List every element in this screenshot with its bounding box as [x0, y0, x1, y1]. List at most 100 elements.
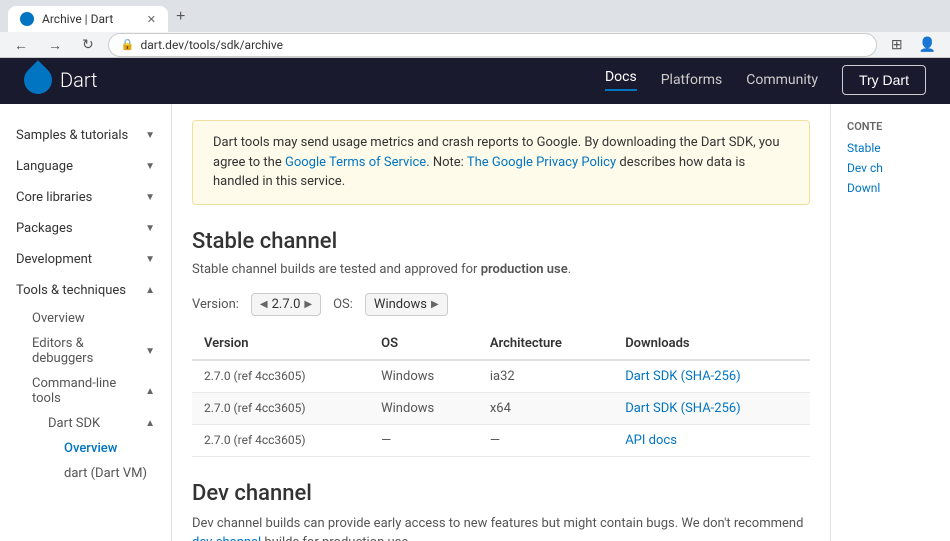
sidebar-item-language[interactable]: Language ▼ [0, 151, 171, 182]
cell-version: 2.7.0 (ref 4cc3605) [192, 392, 369, 424]
col-os: OS [369, 328, 478, 360]
sidebar-sub-dart-sdk[interactable]: Dart SDK ▲ [32, 411, 171, 436]
sidebar-dart-sdk-section: Dart SDK ▲ Overview dart (Dart VM) [16, 411, 171, 486]
os-value: Windows [374, 297, 427, 312]
table-row: 2.7.0 (ref 4cc3605) Windows x64 Dart SDK… [192, 392, 810, 424]
cell-download: API docs [613, 424, 810, 456]
version-label: Version: [192, 297, 239, 312]
sidebar-label-development: Development [16, 252, 92, 267]
app-header: Dart Docs Platforms Community Try Dart [0, 56, 950, 104]
chevron-down-icon: ▼ [145, 161, 155, 172]
table-row: 2.7.0 (ref 4cc3605) — — API docs [192, 424, 810, 456]
cell-download: Dart SDK (SHA-256) [613, 360, 810, 393]
privacy-link[interactable]: The Google Privacy Policy [467, 155, 616, 170]
cell-version: 2.7.0 (ref 4cc3605) [192, 360, 369, 393]
toc-stable-link[interactable]: Stable [847, 141, 934, 155]
toc-downloads-link[interactable]: Downl [847, 181, 934, 195]
cell-os: Windows [369, 392, 478, 424]
new-tab-button[interactable]: + [168, 4, 193, 30]
sidebar-sdk-children: Overview dart (Dart VM) [32, 436, 171, 486]
left-sidebar: Samples & tutorials ▼ Language ▼ Core li… [0, 104, 172, 541]
warning-banner: Dart tools may send usage metrics and cr… [192, 120, 810, 205]
dart-logo[interactable]: Dart [24, 66, 98, 94]
profile-button[interactable]: 👤 [913, 32, 942, 57]
chevron-down-icon: ▼ [145, 223, 155, 234]
sidebar-label-samples: Samples & tutorials [16, 128, 128, 143]
right-sidebar-title: Conte [847, 120, 934, 133]
dev-channel-link[interactable]: dev channel [192, 535, 261, 541]
cell-arch: ia32 [478, 360, 613, 393]
dart-logo-text: Dart [60, 68, 98, 92]
tos-link[interactable]: Google Terms of Service [285, 155, 426, 170]
table-row: 2.7.0 (ref 4cc3605) Windows ia32 Dart SD… [192, 360, 810, 393]
nav-platforms[interactable]: Platforms [661, 72, 723, 88]
extensions-button[interactable]: ⊞ [885, 32, 909, 57]
address-text: dart.dev/tools/sdk/archive [140, 38, 283, 52]
dev-desc-after: builds for production use. [261, 535, 412, 541]
sidebar-label-tools: Tools & techniques [16, 283, 126, 298]
cell-arch: — [478, 424, 613, 456]
sidebar-label-cmdline: Command-line tools [32, 376, 145, 406]
browser-chrome: Archive | Dart ✕ + ← → ↻ 🔒 dart.dev/tool… [0, 0, 950, 56]
sidebar-sub-cmdline[interactable]: Command-line tools ▲ [16, 371, 171, 411]
main-content: Dart tools may send usage metrics and cr… [172, 104, 830, 541]
cell-version: 2.7.0 (ref 4cc3605) [192, 424, 369, 456]
forward-button[interactable]: → [42, 33, 68, 57]
sidebar-sub-tools: Overview Editors & debuggers ▼ Command-l… [0, 306, 171, 486]
stable-channel-desc: Stable channel builds are tested and app… [192, 262, 810, 277]
stable-desc-text: Stable channel builds are tested and app… [192, 262, 481, 277]
browser-actions: ⊞ 👤 [885, 32, 942, 57]
download-link[interactable]: Dart SDK (SHA-256) [625, 401, 741, 416]
tab-title: Archive | Dart [42, 12, 113, 26]
dev-channel-desc: Dev channel builds can provide early acc… [192, 514, 810, 541]
chevron-up-icon: ▲ [145, 386, 155, 397]
toc-dev-link[interactable]: Dev ch [847, 161, 934, 175]
sidebar-label-editors: Editors & debuggers [32, 336, 145, 366]
chevron-up-icon: ▲ [145, 285, 155, 296]
nav-community[interactable]: Community [746, 72, 818, 88]
stable-desc-bold: production use [481, 262, 568, 277]
sidebar-item-tools[interactable]: Tools & techniques ▲ [0, 275, 171, 306]
col-arch: Architecture [478, 328, 613, 360]
sidebar-sub-dart-vm[interactable]: dart (Dart VM) [48, 461, 171, 486]
selector-row: Version: ◀ 2.7.0 ▶ OS: Windows ▶ [192, 293, 810, 316]
cell-os: — [369, 424, 478, 456]
address-bar[interactable]: 🔒 dart.dev/tools/sdk/archive [108, 33, 877, 57]
back-button[interactable]: ← [8, 33, 34, 57]
sidebar-item-samples[interactable]: Samples & tutorials ▼ [0, 120, 171, 151]
left-arrow-icon: ◀ [260, 299, 268, 310]
sidebar-sub-editors[interactable]: Editors & debuggers ▼ [16, 331, 171, 371]
refresh-button[interactable]: ↻ [76, 32, 100, 57]
table-header-row: Version OS Architecture Downloads [192, 328, 810, 360]
stable-channel-title: Stable channel [192, 229, 810, 254]
sidebar-item-packages[interactable]: Packages ▼ [0, 213, 171, 244]
col-version: Version [192, 328, 369, 360]
nav-docs[interactable]: Docs [605, 69, 637, 91]
warning-note: Note: [430, 155, 467, 170]
chevron-down-icon: ▼ [145, 130, 155, 141]
dart-icon [18, 60, 58, 100]
version-value: 2.7.0 [272, 297, 301, 312]
os-label: OS: [333, 297, 353, 312]
os-selector[interactable]: Windows ▶ [365, 293, 448, 316]
chevron-up-icon: ▲ [145, 418, 155, 429]
sidebar-sub-sdk-overview[interactable]: Overview [48, 436, 171, 461]
lock-icon: 🔒 [121, 38, 135, 51]
browser-tab[interactable]: Archive | Dart ✕ [8, 6, 168, 32]
col-downloads: Downloads [613, 328, 810, 360]
stable-desc-end: . [568, 262, 571, 277]
sidebar-sub-overview[interactable]: Overview [16, 306, 171, 331]
download-link[interactable]: Dart SDK (SHA-256) [625, 369, 741, 384]
browser-toolbar: ← → ↻ 🔒 dart.dev/tools/sdk/archive ⊞ 👤 [0, 32, 950, 58]
sidebar-label-packages: Packages [16, 221, 73, 236]
sidebar-item-development[interactable]: Development ▼ [0, 244, 171, 275]
sidebar-item-core[interactable]: Core libraries ▼ [0, 182, 171, 213]
dev-desc-before: Dev channel builds can provide early acc… [192, 516, 803, 531]
download-link[interactable]: API docs [625, 433, 677, 448]
cell-os: Windows [369, 360, 478, 393]
try-dart-button[interactable]: Try Dart [842, 65, 926, 95]
cell-download: Dart SDK (SHA-256) [613, 392, 810, 424]
version-selector[interactable]: ◀ 2.7.0 ▶ [251, 293, 321, 316]
tab-close-button[interactable]: ✕ [147, 13, 156, 26]
right-arrow-icon: ▶ [431, 299, 439, 310]
